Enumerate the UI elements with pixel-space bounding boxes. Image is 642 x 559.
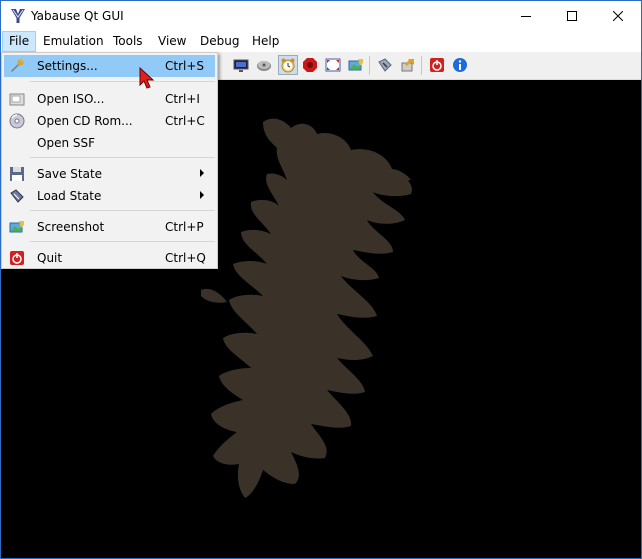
toolbar-separator (369, 56, 370, 75)
maximize-icon (567, 11, 577, 21)
menu-item-label: Screenshot (37, 220, 105, 234)
menu-item-label: Quit (37, 251, 63, 265)
close-icon (613, 11, 623, 21)
menu-item-label: Load State (37, 189, 102, 203)
menu-item-quit[interactable]: Quit Ctrl+Q (4, 247, 215, 269)
menu-item-settings[interactable]: Settings... Ctrl+S (4, 55, 215, 77)
toolbar-separator (421, 56, 422, 75)
cd-drive-icon (257, 61, 271, 71)
menu-separator (30, 241, 215, 242)
menu-item-load-state[interactable]: Load State (4, 185, 215, 207)
menu-item-save-state[interactable]: Save State (4, 163, 215, 185)
menu-help[interactable]: Help (246, 31, 285, 52)
pause-button[interactable] (278, 55, 298, 75)
quit-power-icon (430, 58, 444, 72)
fullscreen-button[interactable] (323, 55, 343, 75)
iso-file-icon (9, 93, 25, 106)
menu-view[interactable]: View (152, 31, 192, 52)
cd-rom-icon (9, 113, 25, 129)
menu-item-label: Open SSF (37, 136, 96, 150)
maximize-button[interactable] (549, 1, 595, 31)
file-menu-dropdown: Settings... Ctrl+S Open ISO... Ctrl+I Op… (1, 52, 218, 269)
submenu-arrow-icon (200, 191, 204, 199)
menu-separator (30, 81, 215, 82)
title-bar: Yabause Qt GUI (1, 1, 641, 31)
cd-drive-button[interactable] (254, 55, 274, 75)
quit-power-icon (10, 251, 24, 265)
menu-file[interactable]: File (2, 31, 37, 52)
display-button[interactable] (231, 55, 251, 75)
menu-item-label: Settings... (37, 59, 98, 73)
menu-separator (30, 157, 215, 158)
screenshot-icon (9, 221, 24, 233)
menu-separator (30, 210, 215, 211)
menu-item-shortcut: Ctrl+I (165, 92, 200, 106)
screenshot-icon (348, 59, 363, 71)
cartridge-button[interactable] (375, 55, 395, 75)
menu-emulation[interactable]: Emulation (37, 31, 110, 52)
menu-item-label: Open CD Rom... (37, 114, 133, 128)
fullscreen-icon (325, 58, 341, 72)
floppy-disk-icon (10, 167, 24, 181)
display-icon (233, 59, 249, 72)
menu-debug[interactable]: Debug (194, 31, 245, 52)
record-icon (303, 58, 317, 72)
close-button[interactable] (595, 1, 641, 31)
about-info-icon (453, 58, 467, 72)
menu-tools[interactable]: Tools (107, 31, 149, 52)
menu-item-open-iso[interactable]: Open ISO... Ctrl+I (4, 88, 215, 110)
menu-item-shortcut: Ctrl+S (165, 59, 205, 73)
main-window: Yabause Qt GUI File Emulation Tools View… (0, 0, 642, 559)
window-title: Yabause Qt GUI (31, 9, 124, 23)
menu-item-shortcut: Ctrl+Q (165, 251, 206, 265)
menu-item-label: Save State (37, 167, 103, 181)
menu-item-label: Open ISO... (37, 92, 105, 106)
menu-item-shortcut: Ctrl+P (165, 220, 204, 234)
transfer-button[interactable] (398, 55, 418, 75)
cartridge-icon (378, 58, 392, 72)
mouse-cursor-icon (139, 67, 155, 89)
menu-bar: File Emulation Tools View Debug Help (1, 31, 641, 52)
quit-toolbar-button[interactable] (427, 55, 447, 75)
record-button[interactable] (300, 55, 320, 75)
load-state-icon (10, 189, 24, 203)
submenu-arrow-icon (200, 169, 204, 177)
transfer-icon (401, 59, 414, 72)
pause-clock-icon (281, 58, 295, 73)
minimize-button[interactable] (503, 1, 549, 31)
menu-item-shortcut: Ctrl+C (165, 114, 205, 128)
menu-item-open-ssf[interactable]: Open SSF (4, 132, 215, 154)
about-button[interactable] (450, 55, 470, 75)
minimize-icon (521, 16, 531, 17)
menu-item-open-cd-rom[interactable]: Open CD Rom... Ctrl+C (4, 110, 215, 132)
yabause-logo-icon (11, 9, 25, 23)
screenshot-toolbar-button[interactable] (346, 55, 366, 75)
wrench-icon (11, 59, 24, 72)
menu-item-screenshot[interactable]: Screenshot Ctrl+P (4, 216, 215, 238)
